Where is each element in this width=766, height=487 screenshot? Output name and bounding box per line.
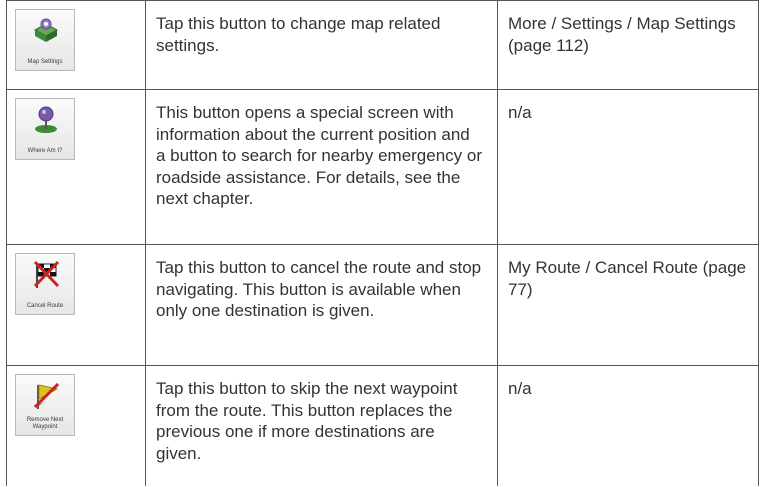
icon-cell: Map Settings: [6, 0, 146, 90]
reference-text: n/a: [508, 103, 532, 122]
button-caption: Map Settings: [27, 59, 63, 65]
map-settings-icon: [33, 18, 59, 42]
icon-cell: Where Am I?: [6, 89, 146, 245]
table-row: Map Settings Tap this button to change m…: [6, 0, 759, 90]
description-cell: Tap this button to skip the next waypoin…: [145, 365, 498, 486]
description-cell: This button opens a special screen with …: [145, 89, 498, 245]
remove-next-waypoint-icon: [33, 382, 59, 409]
description-cell: Tap this button to change map related se…: [145, 0, 498, 90]
reference-text: My Route / Cancel Route (page 77): [508, 258, 747, 299]
reference-cell: More / Settings / Map Settings (page 112…: [497, 0, 759, 90]
table-row: Cancel Route Tap this button to cancel t…: [6, 244, 759, 366]
feature-table: Map Settings Tap this button to change m…: [6, 0, 759, 486]
remove-next-waypoint-button[interactable]: Remove Next Waypoint: [15, 374, 75, 436]
table-row: Remove Next Waypoint Tap this button to …: [6, 365, 759, 486]
description-text: Tap this button to skip the next waypoin…: [156, 379, 458, 463]
icon-cell: Remove Next Waypoint: [6, 365, 146, 486]
where-am-i-icon: [35, 106, 57, 133]
button-caption: Remove Next Waypoint: [26, 417, 64, 430]
reference-text: More / Settings / Map Settings (page 112…: [508, 14, 736, 55]
description-text: This button opens a special screen with …: [156, 103, 483, 208]
cancel-route-button[interactable]: Cancel Route: [15, 253, 75, 315]
map-settings-button[interactable]: Map Settings: [15, 9, 75, 71]
reference-cell: My Route / Cancel Route (page 77): [497, 244, 759, 366]
description-text: Tap this button to change map related se…: [156, 14, 441, 55]
reference-cell: n/a: [497, 365, 759, 486]
icon-cell: Cancel Route: [6, 244, 146, 366]
reference-text: n/a: [508, 379, 532, 398]
reference-cell: n/a: [497, 89, 759, 245]
cancel-route-icon: [33, 260, 59, 288]
button-caption: Where Am I?: [27, 148, 63, 154]
description-cell: Tap this button to cancel the route and …: [145, 244, 498, 366]
where-am-i-button[interactable]: Where Am I?: [15, 98, 75, 160]
table-row: Where Am I? This button opens a special …: [6, 89, 759, 245]
description-text: Tap this button to cancel the route and …: [156, 258, 482, 320]
button-caption: Cancel Route: [26, 303, 64, 309]
